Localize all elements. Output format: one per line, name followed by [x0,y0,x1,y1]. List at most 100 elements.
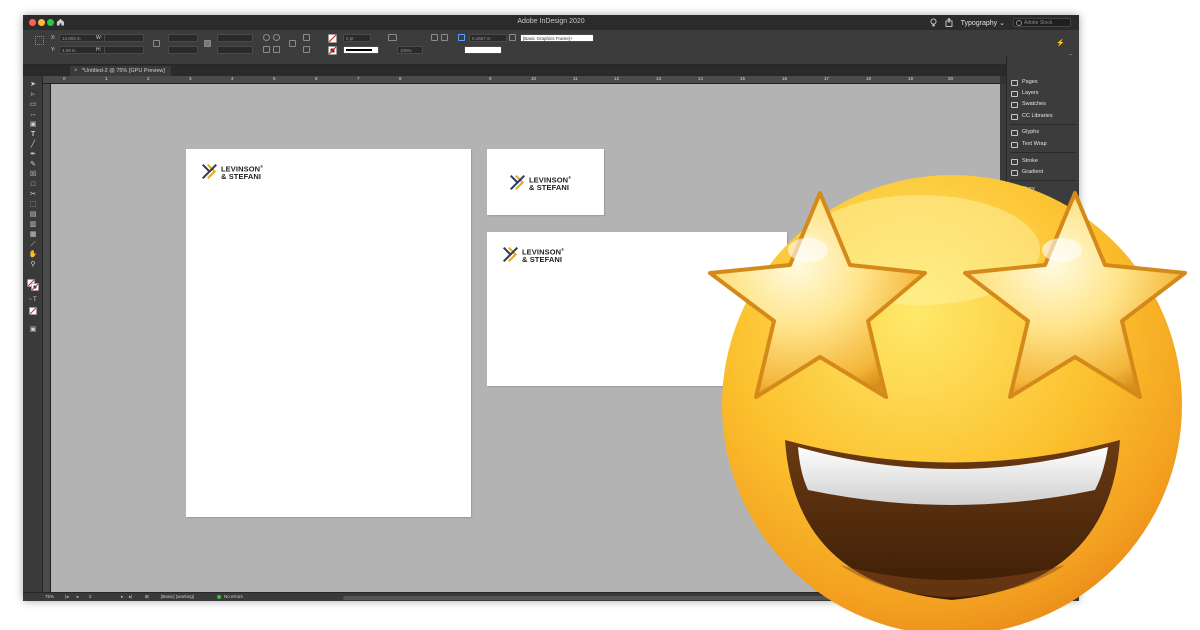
ruler-number: 5 [273,76,276,81]
stroke-none-icon[interactable] [328,46,337,55]
fill-none-icon[interactable] [328,34,337,43]
free-transform-tool-icon[interactable]: ⬚ [28,201,38,209]
fill-stroke-swatch-icon[interactable] [27,279,39,291]
rotate-cw-icon[interactable] [263,34,270,41]
cc-libraries-panel-tab[interactable]: CC Libraries [1011,112,1053,121]
note-tool-icon[interactable]: ▦ [28,231,38,239]
lightbulb-icon[interactable] [930,18,937,27]
share-icon[interactable] [945,18,953,27]
lightning-icon[interactable]: ⚡ [1056,40,1065,47]
panel-divider [1010,152,1076,153]
title-right-tools: Typography ⌄ Adobe Stock [930,17,1071,28]
chevron-down-icon: ⌄ [999,19,1005,27]
frame-fitting-icon[interactable] [388,34,397,41]
page-tool-icon[interactable]: ▭ [28,101,38,109]
swatches-icon [1011,102,1018,108]
horizontal-ruler: 0 1 2 3 4 5 6 7 8 9 10 11 12 13 14 15 16… [43,76,1000,84]
reference-point-icon[interactable] [35,36,44,45]
apply-none-icon[interactable] [29,307,37,315]
brand-logo: LEVINSON® & STEFANI [201,163,263,181]
drop-shadow-icon[interactable] [431,34,438,41]
ruler-number: 0 [63,76,66,81]
last-page-icon[interactable]: ▸| [129,594,132,600]
close-tab-icon[interactable]: × [74,66,78,76]
line-tool-icon[interactable]: ╱ [28,141,38,149]
ruler-number: 9 [489,76,492,81]
next-page-icon[interactable]: ▸ [121,594,123,600]
w-label: W: [96,35,103,41]
letterhead-page[interactable]: LEVINSON® & STEFANI [186,149,471,517]
height-field[interactable] [104,46,144,54]
ruler-number: 13 [656,76,662,81]
rotate-ccw-icon[interactable] [273,34,280,41]
gradient-swatch-tool-icon[interactable]: ▤ [28,211,38,219]
document-tab-label: *Untitled-2 @ 75% [GPU Preview] [82,68,165,74]
constrain-proportions-icon[interactable] [153,40,160,47]
text-wrap-panel-tab[interactable]: Text Wrap [1011,140,1047,149]
effects-icon[interactable] [441,34,448,41]
stroke-weight-field[interactable]: 0 pt [343,34,371,42]
gradient-feather-tool-icon[interactable]: ▥ [28,221,38,229]
layers-panel-tab[interactable]: Layers [1011,89,1039,98]
page-number-field[interactable]: 2 [89,594,92,599]
select-next-icon[interactable] [303,46,310,53]
opacity-field[interactable]: 100% [397,46,423,54]
stock-search-input[interactable]: Adobe Stock [1013,18,1071,27]
direct-selection-tool-icon[interactable]: ▹ [28,91,38,99]
document-tab-bar: × *Untitled-2 @ 75% [GPU Preview] [23,65,1079,76]
hand-tool-icon[interactable]: ✋ [28,251,38,259]
pages-panel-tab[interactable]: Pages [1011,78,1038,87]
select-previous-icon[interactable] [303,34,310,41]
scissors-tool-icon[interactable]: ✂ [28,191,38,199]
ruler-number: 15 [740,76,746,81]
open-page-icon[interactable]: ⊞ [145,594,149,600]
glyphs-panel-tab[interactable]: Glyphs [1011,128,1039,137]
pencil-tool-icon[interactable]: ✎ [28,161,38,169]
flip-vertical-icon[interactable] [273,46,280,53]
ruler-number: 16 [782,76,788,81]
ruler-number: 12 [614,76,620,81]
corner-size-field[interactable]: 0.1667 in [469,34,507,42]
scale-y-field[interactable] [168,46,198,54]
object-style-dropdown[interactable]: [Basic Graphics Frame]+ [520,34,594,42]
previous-page-icon[interactable]: ◂ [76,594,78,600]
document-tab[interactable]: × *Untitled-2 @ 75% [GPU Preview] [70,66,171,76]
business-card-page[interactable]: LEVINSON® & STEFANI [487,149,604,215]
master-page-indicator[interactable]: [Basic] (working) [161,594,194,599]
type-tool-icon[interactable]: T [28,131,38,139]
rotation-field[interactable] [217,34,253,42]
select-container-icon[interactable] [289,40,296,47]
ruler-number: 2 [147,76,150,81]
rectangle-frame-tool-icon[interactable]: ☒ [28,171,38,179]
stroke-type-dropdown[interactable] [343,46,379,54]
ruler-number: 14 [698,76,704,81]
ruler-number: 20 [948,76,954,81]
vertical-ruler [43,84,51,592]
flip-horizontal-icon[interactable] [263,46,270,53]
eyedropper-tool-icon[interactable]: ⟋ [28,241,38,249]
selection-tool-icon[interactable]: ➤ [28,81,38,89]
corner-shape-dropdown[interactable] [464,46,502,54]
brand-logo: LEVINSON® & STEFANI [502,246,564,264]
shear-field[interactable] [217,46,253,54]
zoom-tool-icon[interactable]: ⚲ [28,261,38,269]
scale-link-icon[interactable] [204,40,211,47]
screen-mode-icon[interactable]: ▣ [28,326,38,334]
corner-options-icon[interactable] [458,34,465,41]
gap-tool-icon[interactable]: ↔ [28,111,38,119]
content-collector-icon[interactable]: ▣ [28,121,38,129]
swatches-panel-tab[interactable]: Swatches [1011,100,1046,109]
logo-wordmark: LEVINSON® & STEFANI [522,247,565,265]
layers-icon [1011,91,1018,97]
object-style-icon[interactable] [509,34,516,41]
formatting-affects-icon[interactable]: ▫ T [28,296,38,304]
workspace-dropdown[interactable]: Typography ⌄ [961,19,1005,27]
first-page-icon[interactable]: |◂ [65,594,68,600]
preflight-status[interactable]: No errors [224,594,243,599]
pen-tool-icon[interactable]: ✒ [28,151,38,159]
zoom-level[interactable]: 75% [45,594,54,599]
rectangle-tool-icon[interactable]: □ [28,181,38,189]
scale-x-field[interactable] [168,34,198,42]
brand-mark-icon [201,164,218,180]
width-field[interactable] [104,34,144,42]
